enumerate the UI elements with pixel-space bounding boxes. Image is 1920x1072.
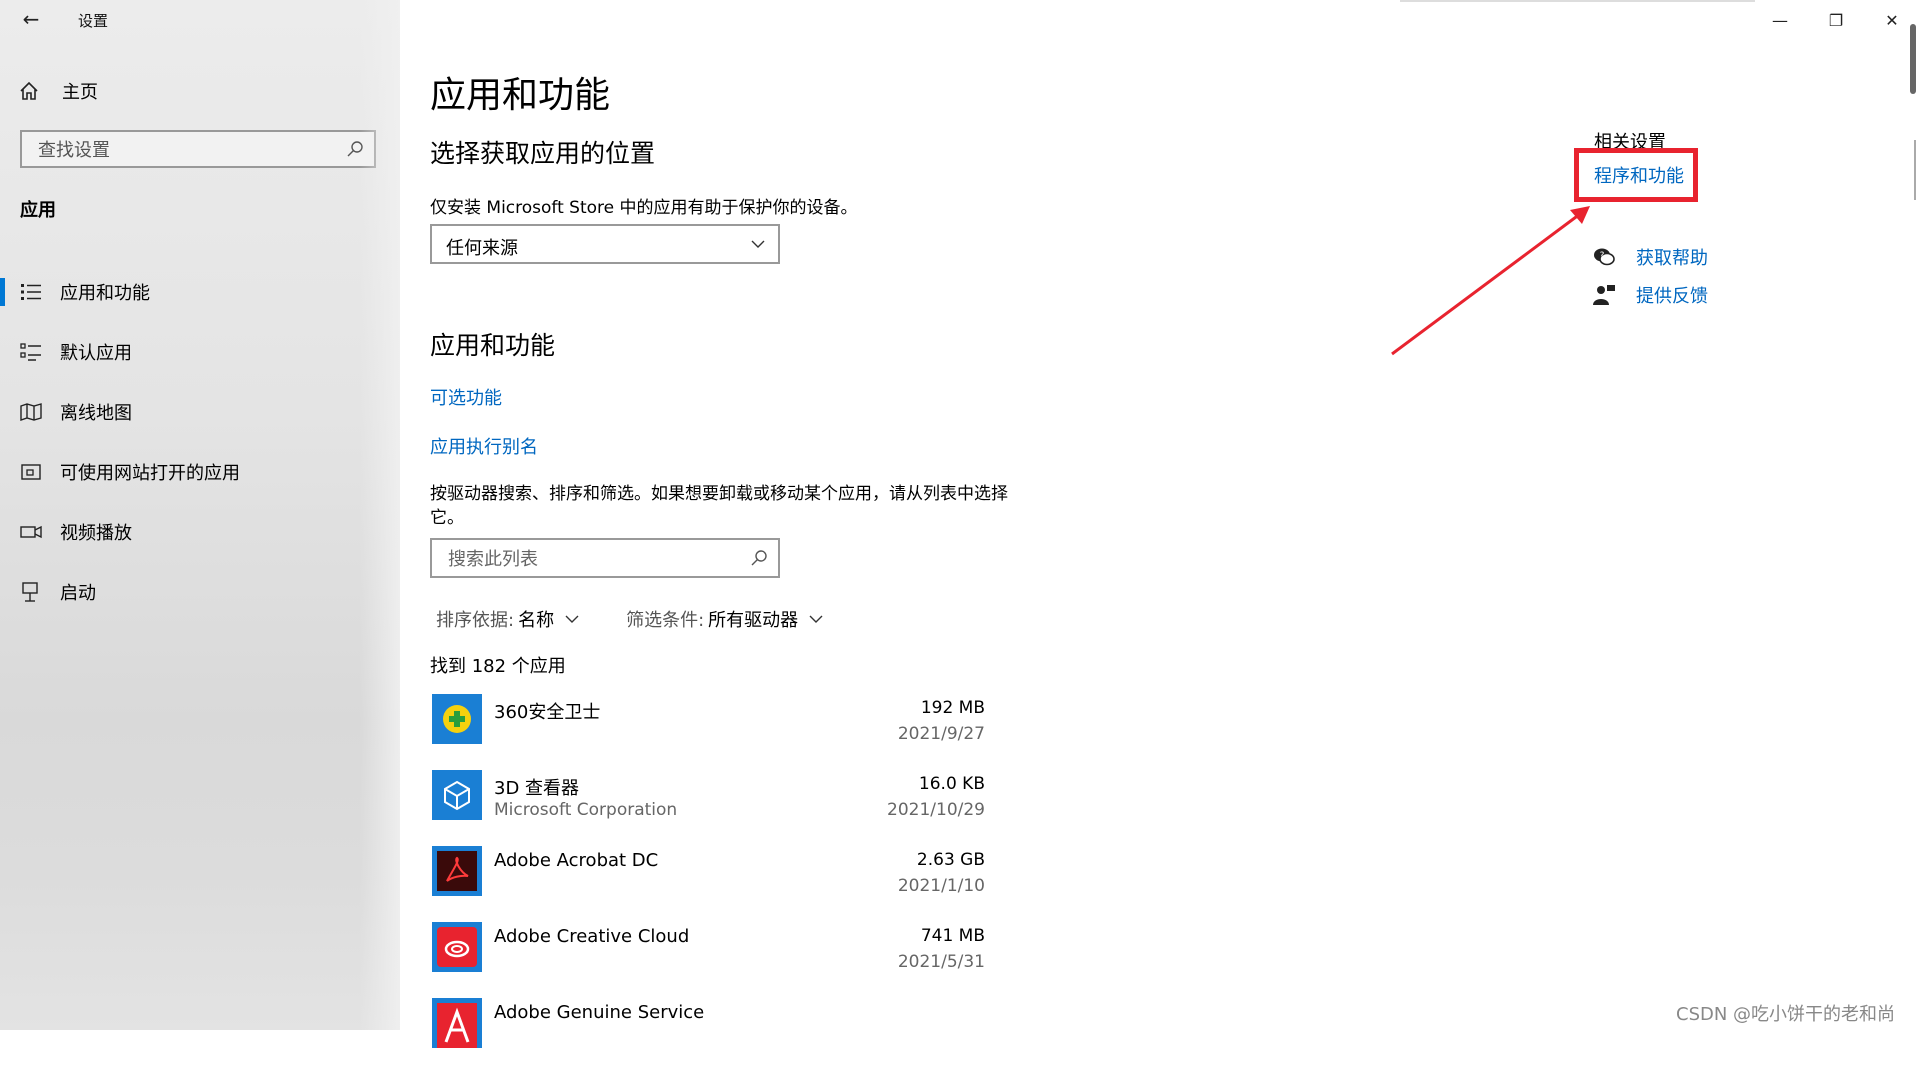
feedback-link[interactable]: 提供反馈 xyxy=(1636,282,1708,308)
list-item[interactable]: 3D 查看器 Microsoft Corporation 16.0 KB 202… xyxy=(430,768,985,844)
apps-count: 找到 182 个应用 xyxy=(430,656,566,677)
svg-text:?: ? xyxy=(1600,251,1605,261)
help-chat-icon: ? xyxy=(1594,248,1615,266)
choose-location-title: 选择获取应用的位置 xyxy=(430,139,656,168)
annotation-arrow-icon xyxy=(1391,206,1590,356)
close-icon: ✕ xyxy=(1885,10,1899,30)
sort-key: 排序依据: xyxy=(436,610,515,631)
settings-search-input[interactable] xyxy=(36,132,340,168)
filter-dropdown[interactable]: 筛选条件: 所有驱动器 xyxy=(626,606,824,632)
apps-list: 360安全卫士 192 MB 2021/9/27 3D 查看器 Microsof… xyxy=(430,692,985,1072)
filter-key: 筛选条件: xyxy=(626,610,705,631)
app-execution-alias-link[interactable]: 应用执行别名 xyxy=(430,433,538,459)
app-date: 2021/10/29 xyxy=(887,800,985,820)
feedback-row[interactable]: 提供反馈 xyxy=(1592,282,1708,308)
app-name: 3D 查看器 xyxy=(494,778,580,799)
app-size: 741 MB xyxy=(920,926,985,946)
page-title: 应用和功能 xyxy=(430,75,611,116)
scrollbar-thumb[interactable] xyxy=(1910,24,1916,94)
sidebar-item-label: 离线地图 xyxy=(60,403,132,424)
sidebar-item-label: 视频播放 xyxy=(60,523,132,544)
scrollbar-track[interactable] xyxy=(1914,140,1916,200)
3d-viewer-icon xyxy=(432,770,482,820)
app-name: Adobe Acrobat DC xyxy=(494,850,659,871)
sidebar-item-label: 启动 xyxy=(60,583,96,604)
list-search[interactable] xyxy=(430,538,780,578)
apps-features-heading: 应用和功能 xyxy=(430,331,556,360)
startup-icon xyxy=(22,582,38,602)
get-help-link[interactable]: 获取帮助 xyxy=(1636,244,1708,270)
chevron-down-icon xyxy=(565,615,579,623)
search-icon[interactable] xyxy=(750,549,768,567)
maximize-icon: ❐ xyxy=(1828,10,1844,30)
app-date: 2021/1/10 xyxy=(897,876,985,896)
app-publisher: Microsoft Corporation xyxy=(494,800,678,820)
list-item[interactable]: Adobe Acrobat DC 2.63 GB 2021/1/10 xyxy=(430,844,985,920)
sidebar-item-apps-features[interactable]: 应用和功能 xyxy=(0,262,400,322)
search-icon[interactable] xyxy=(346,140,364,158)
acrobat-icon xyxy=(432,846,482,896)
sort-dropdown[interactable]: 排序依据: 名称 xyxy=(436,606,580,632)
sidebar-item-default-apps[interactable]: 默认应用 xyxy=(0,322,400,382)
sort-filter-row: 排序依据: 名称 筛选条件: 所有驱动器 xyxy=(436,606,824,632)
app-size: 192 MB xyxy=(920,698,985,718)
settings-search[interactable] xyxy=(20,130,376,168)
app-date: 2021/9/27 xyxy=(897,724,985,744)
sidebar: ← 设置 主页 应用 应用和功能 默认应用 xyxy=(0,0,400,1030)
home-icon xyxy=(20,81,38,100)
optional-features-link[interactable]: 可选功能 xyxy=(430,384,502,410)
sidebar-home-label: 主页 xyxy=(62,82,98,103)
chevron-down-icon xyxy=(809,615,823,623)
list-search-input[interactable] xyxy=(446,540,750,578)
sidebar-section-apps: 应用 xyxy=(20,200,56,221)
watermark: CSDN @吃小饼干的老和尚 xyxy=(1676,1004,1896,1025)
app-size: 2.63 GB xyxy=(916,850,985,870)
filter-value: 所有驱动器 xyxy=(708,610,799,631)
sidebar-item-label: 可使用网站打开的应用 xyxy=(60,463,240,484)
back-arrow-icon[interactable]: ← xyxy=(18,6,44,32)
sort-value: 名称 xyxy=(518,610,555,631)
360-security-icon xyxy=(432,694,482,744)
sidebar-home[interactable]: 主页 xyxy=(18,78,98,104)
app-source-value: 任何来源 xyxy=(446,238,518,259)
video-playback-icon xyxy=(20,525,42,539)
app-name: Adobe Genuine Service xyxy=(494,1002,705,1023)
top-divider xyxy=(1400,0,1755,2)
window-title: 设置 xyxy=(78,12,109,30)
adobe-genuine-icon xyxy=(432,998,482,1048)
offline-maps-icon xyxy=(20,403,42,421)
sidebar-item-offline-maps[interactable]: 离线地图 xyxy=(0,382,400,442)
sidebar-item-video-playback[interactable]: 视频播放 xyxy=(0,502,400,562)
feedback-person-icon xyxy=(1593,285,1615,305)
sidebar-item-label: 应用和功能 xyxy=(60,283,150,304)
get-help-row[interactable]: ? 获取帮助 xyxy=(1592,244,1708,270)
list-item[interactable]: 360安全卫士 192 MB 2021/9/27 xyxy=(430,692,985,768)
store-note: 仅安装 Microsoft Store 中的应用有助于保护你的设备。 xyxy=(430,198,858,218)
list-item[interactable]: Adobe Genuine Service xyxy=(430,996,985,1072)
app-name: Adobe Creative Cloud xyxy=(494,926,690,947)
sidebar-item-label: 默认应用 xyxy=(60,343,132,364)
app-source-dropdown[interactable]: 任何来源 xyxy=(430,224,780,264)
highlight-box xyxy=(1574,148,1698,202)
apps-for-websites-icon xyxy=(21,464,41,480)
app-name: 360安全卫士 xyxy=(494,702,601,723)
sidebar-item-startup[interactable]: 启动 xyxy=(0,562,400,622)
sidebar-nav: 应用和功能 默认应用 离线地图 可使用网站打开的应用 视频播放 启动 xyxy=(0,262,400,622)
minimize-icon: — xyxy=(1772,10,1788,30)
chevron-down-icon xyxy=(751,240,765,248)
app-size: 16.0 KB xyxy=(918,774,985,794)
apps-features-icon xyxy=(21,284,41,300)
sidebar-item-apps-for-websites[interactable]: 可使用网站打开的应用 xyxy=(0,442,400,502)
app-date: 2021/5/31 xyxy=(897,952,985,972)
creative-cloud-icon xyxy=(432,922,482,972)
minimize-button[interactable]: — xyxy=(1752,0,1808,40)
default-apps-icon xyxy=(20,343,41,361)
list-item[interactable]: Adobe Creative Cloud 741 MB 2021/5/31 xyxy=(430,920,985,996)
maximize-button[interactable]: ❐ xyxy=(1808,0,1864,40)
instructions-text: 按驱动器搜索、排序和筛选。如果想要卸载或移动某个应用，请从列表中选择它。 xyxy=(430,484,1008,528)
